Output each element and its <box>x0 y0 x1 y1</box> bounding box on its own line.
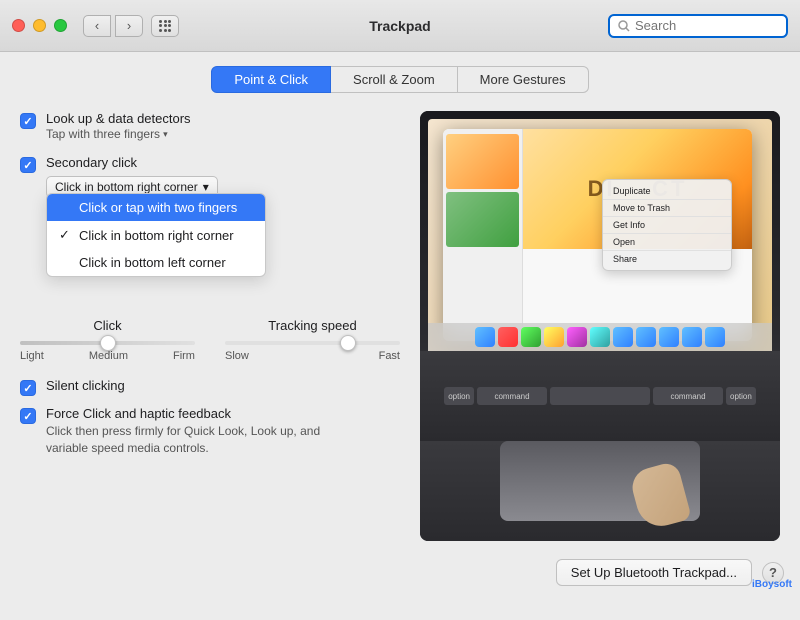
dock-icon-6 <box>590 327 610 347</box>
bottom-settings: Silent clicking Force Click and haptic f… <box>20 378 400 457</box>
dropdown-arrow-icon: ▾ <box>203 180 209 194</box>
keyboard-area: option command command option <box>420 351 780 441</box>
setup-bluetooth-button[interactable]: Set Up Bluetooth Trackpad... <box>556 559 752 586</box>
ctx-item-5: Share <box>603 251 731 267</box>
lookup-setting: Look up & data detectors Tap with three … <box>20 111 400 141</box>
dock-icon-11 <box>705 327 725 347</box>
dock-icon-1 <box>475 327 495 347</box>
dock-icon-7 <box>613 327 633 347</box>
grid-button[interactable] <box>151 15 179 37</box>
ctx-item-2: Move to Trash <box>603 200 731 217</box>
search-input[interactable] <box>635 18 778 33</box>
sliders-section: Click Light Medium Firm Tracking speed S… <box>20 318 400 362</box>
ctx-item-4: Open <box>603 234 731 251</box>
click-slider-thumb[interactable] <box>100 335 116 351</box>
forward-button[interactable]: › <box>115 15 143 37</box>
dock-icon-5 <box>567 327 587 347</box>
close-button[interactable] <box>12 19 25 32</box>
ctx-item-1: Duplicate <box>603 183 731 200</box>
tabs-bar: Point & Click Scroll & Zoom More Gesture… <box>0 52 800 103</box>
dropdown-option-bottom-left[interactable]: Click in bottom left corner <box>47 249 265 276</box>
key-cmd-l: command <box>477 387 547 405</box>
silent-clicking-checkbox[interactable] <box>20 380 36 396</box>
lookup-sublabel: Tap with three fingers ▾ <box>46 127 191 141</box>
app-sidebar <box>443 129 523 341</box>
secondary-click-row: Secondary click Click in bottom right co… <box>20 155 400 198</box>
mac-preview: DI CT Duplicate Move to Trash Get Info O… <box>420 111 780 541</box>
dock <box>428 323 772 351</box>
click-slider-group: Click Light Medium Firm <box>20 318 195 362</box>
context-menu: Duplicate Move to Trash Get Info Open Sh… <box>602 179 732 271</box>
titlebar: ‹ › Trackpad <box>0 0 800 52</box>
force-click-labels: Force Click and haptic feedback Click th… <box>46 406 326 457</box>
dock-icon-2 <box>498 327 518 347</box>
secondary-click-checkbox[interactable] <box>20 157 36 173</box>
maximize-button[interactable] <box>54 19 67 32</box>
tracking-slider-track[interactable] <box>225 341 400 345</box>
secondary-click-label: Secondary click <box>46 155 137 170</box>
dock-icon-8 <box>636 327 656 347</box>
lookup-checkbox[interactable] <box>20 113 36 129</box>
tracking-slider-label: Tracking speed <box>225 318 400 333</box>
search-box[interactable] <box>608 14 788 38</box>
sidebar-thumb-2 <box>446 192 519 247</box>
force-click-row: Force Click and haptic feedback Click th… <box>20 406 400 457</box>
dropdown-value: Click in bottom right corner <box>55 180 198 194</box>
grid-icon <box>159 20 171 32</box>
dock-icon-9 <box>659 327 679 347</box>
click-slider-labels: Light Medium Firm <box>20 350 195 362</box>
dock-icon-10 <box>682 327 702 347</box>
click-slider-track[interactable] <box>20 341 195 345</box>
content-area: Look up & data detectors Tap with three … <box>0 103 800 551</box>
tab-more-gestures[interactable]: More Gestures <box>458 66 589 93</box>
dropdown-option-two-fingers[interactable]: Click or tap with two fingers <box>47 194 265 221</box>
hand-icon <box>628 461 692 532</box>
silent-clicking-row: Silent clicking <box>20 378 400 396</box>
tracking-slider-labels: Slow Fast <box>225 350 400 362</box>
left-panel: Look up & data detectors Tap with three … <box>20 111 400 541</box>
lookup-labels: Look up & data detectors Tap with three … <box>46 111 191 141</box>
app-main: DI CT Duplicate Move to Trash Get Info O… <box>523 129 752 341</box>
back-button[interactable]: ‹ <box>83 15 111 37</box>
secondary-click-dropdown-menu: Click or tap with two fingers ✓ Click in… <box>46 193 266 277</box>
watermark: iBoysoft <box>752 579 792 590</box>
force-click-label: Force Click and haptic feedback <box>46 406 326 421</box>
force-click-checkbox[interactable] <box>20 408 36 424</box>
dock-icon-3 <box>521 327 541 347</box>
check-icon: ✓ <box>59 227 73 243</box>
ctx-item-3: Get Info <box>603 217 731 234</box>
dock-icon-4 <box>544 327 564 347</box>
key-opt-r: option <box>726 387 756 405</box>
tracking-slider-group: Tracking speed Slow Fast <box>225 318 400 362</box>
key-opt-l: option <box>444 387 474 405</box>
click-slider-label: Click <box>20 318 195 333</box>
window-title: Trackpad <box>369 18 430 34</box>
minimize-button[interactable] <box>33 19 46 32</box>
fake-app-window: DI CT Duplicate Move to Trash Get Info O… <box>443 129 752 341</box>
mac-preview-panel: DI CT Duplicate Move to Trash Get Info O… <box>420 111 780 541</box>
trackpad <box>500 441 700 521</box>
secondary-click-inner: Secondary click Click in bottom right co… <box>46 155 400 198</box>
lookup-dropdown-arrow[interactable]: ▾ <box>163 129 168 140</box>
silent-clicking-label: Silent clicking <box>46 378 125 393</box>
search-icon <box>618 20 630 32</box>
tracking-slider-thumb[interactable] <box>340 335 356 351</box>
nav-buttons: ‹ › <box>83 15 143 37</box>
traffic-lights <box>12 19 67 32</box>
bottom-bar: Set Up Bluetooth Trackpad... ? iBoysoft <box>0 551 800 594</box>
key-space <box>550 387 650 405</box>
keyboard-row-1: option command command option <box>444 387 756 405</box>
dropdown-option-bottom-right[interactable]: ✓ Click in bottom right corner <box>47 221 265 249</box>
mac-screen: DI CT Duplicate Move to Trash Get Info O… <box>428 119 772 351</box>
key-cmd-r: command <box>653 387 723 405</box>
trackpad-container <box>420 441 780 541</box>
tab-point-click[interactable]: Point & Click <box>211 66 331 93</box>
lookup-label: Look up & data detectors <box>46 111 191 126</box>
sidebar-thumb-1 <box>446 134 519 189</box>
secondary-click-container: Secondary click Click in bottom right co… <box>20 155 400 198</box>
tab-scroll-zoom[interactable]: Scroll & Zoom <box>331 66 458 93</box>
force-click-description: Click then press firmly for Quick Look, … <box>46 423 326 457</box>
